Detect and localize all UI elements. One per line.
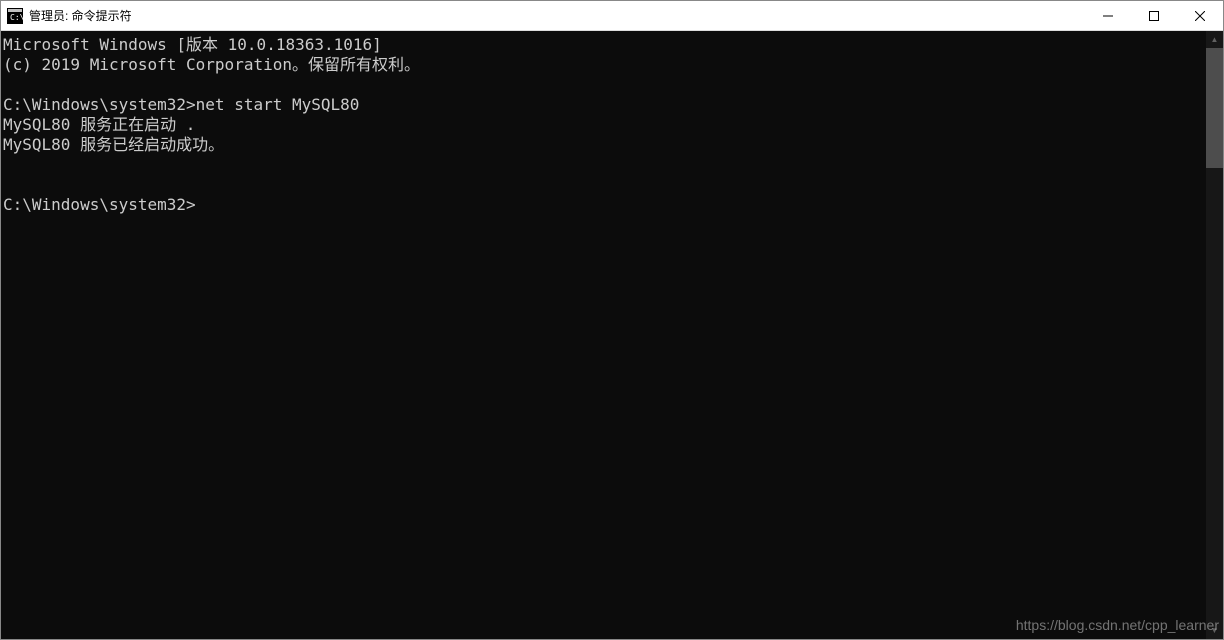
- close-button[interactable]: [1177, 1, 1223, 30]
- command-prompt-window: C:\ 管理员: 命令提示符 Microsoft Windows [版本 10.…: [0, 0, 1224, 640]
- terminal-output[interactable]: Microsoft Windows [版本 10.0.18363.1016] (…: [1, 31, 1206, 639]
- cmd-icon: C:\: [7, 8, 23, 24]
- window-title: 管理员: 命令提示符: [29, 7, 1085, 24]
- terminal-wrapper: Microsoft Windows [版本 10.0.18363.1016] (…: [1, 31, 1223, 639]
- scroll-up-arrow[interactable]: ▲: [1206, 31, 1223, 48]
- vertical-scrollbar[interactable]: ▲ ▼: [1206, 31, 1223, 639]
- scroll-down-arrow[interactable]: ▼: [1206, 622, 1223, 639]
- minimize-button[interactable]: [1085, 1, 1131, 30]
- maximize-button[interactable]: [1131, 1, 1177, 30]
- window-controls: [1085, 1, 1223, 30]
- svg-text:C:\: C:\: [10, 13, 23, 22]
- titlebar[interactable]: C:\ 管理员: 命令提示符: [1, 1, 1223, 31]
- scrollbar-thumb[interactable]: [1206, 48, 1223, 168]
